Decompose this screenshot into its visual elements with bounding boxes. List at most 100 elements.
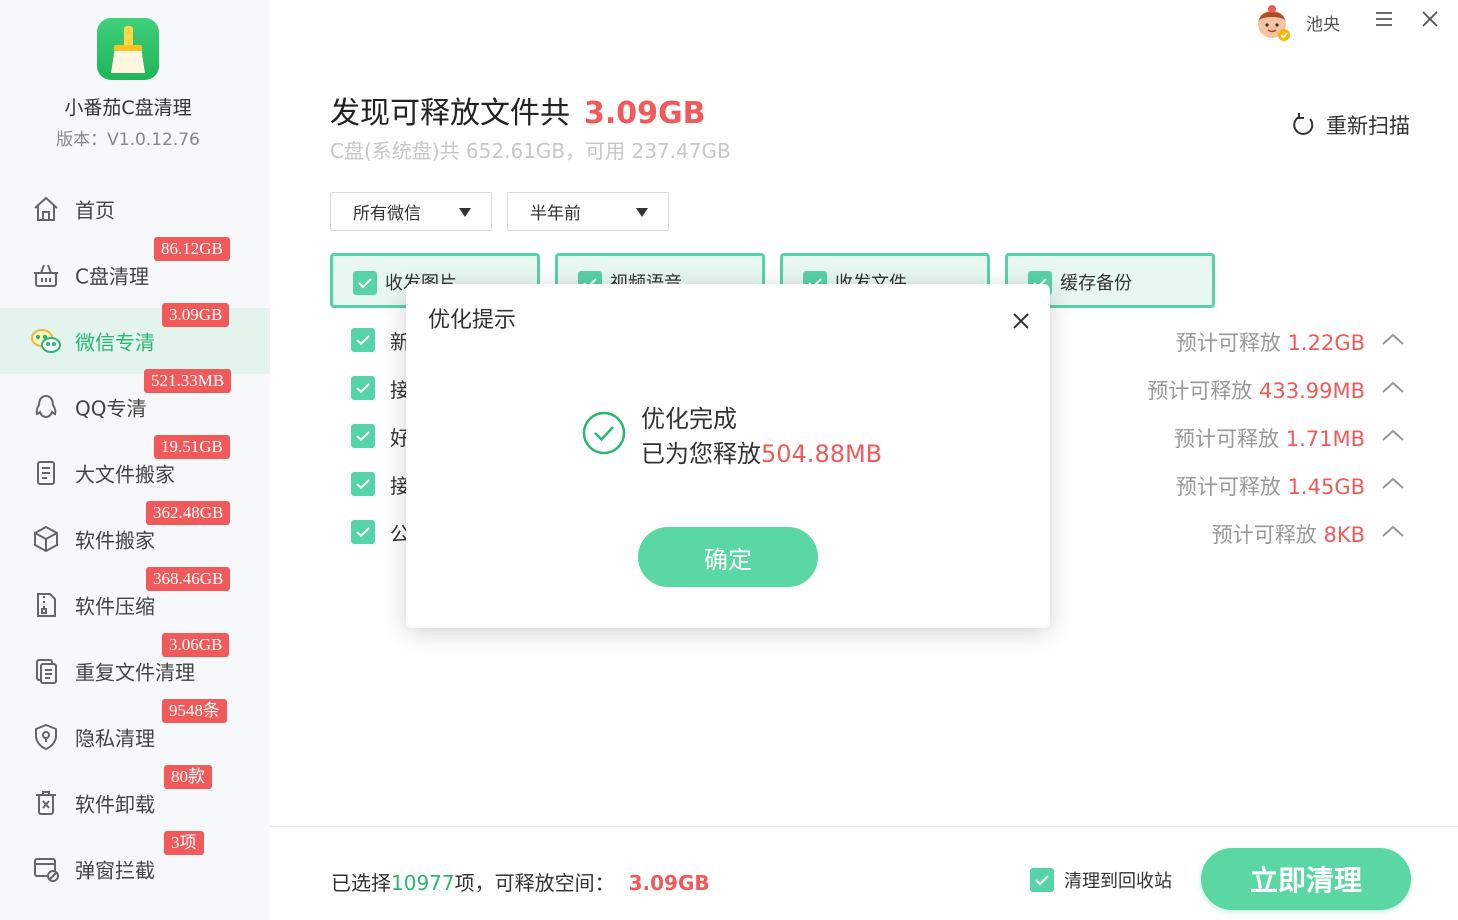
status-badge: 362.48GB — [146, 501, 231, 525]
row-estimate: 预计可释放 1.22GB — [1176, 327, 1365, 357]
footer-bar: 已选择10977项，可释放空间： 3.09GB 清理到回收站 立即清理 — [270, 826, 1458, 920]
sidebar-item-c-clean[interactable]: C盘清理 86.12GB — [0, 237, 270, 308]
page-title: 发现可释放文件共 3.09GB — [330, 88, 706, 132]
sidebar-item-home[interactable]: 首页 — [0, 176, 270, 242]
sidebar-item-label: 软件压缩 — [75, 594, 155, 619]
chevron-up-icon[interactable] — [1380, 474, 1406, 494]
refresh-icon — [1293, 113, 1314, 135]
status-badge: 3.06GB — [162, 633, 230, 657]
status-badge: 9548条 — [162, 699, 227, 723]
app-name: 小番茄C盘清理 — [64, 97, 192, 119]
username[interactable]: 池央 — [1306, 10, 1340, 35]
dialog-message: 已为您释放504.88MB — [641, 434, 882, 469]
row-checkbox[interactable] — [351, 424, 375, 448]
row-estimate-prefix: 预计可释放 — [1147, 379, 1253, 403]
status-badge: 3.09GB — [162, 303, 230, 327]
row-estimate-value: 1.22GB — [1287, 331, 1365, 355]
row-estimate-prefix: 预计可释放 — [1211, 523, 1317, 547]
sidebar-item-software-move[interactable]: 软件搬家 362.48GB — [0, 501, 270, 572]
uninstall-icon — [30, 787, 62, 819]
menu-icon[interactable] — [1370, 6, 1398, 34]
row-estimate-prefix: 预计可释放 — [1175, 475, 1281, 499]
status-badge: 80款 — [164, 765, 212, 789]
row-checkbox[interactable] — [351, 376, 375, 400]
privacy-icon — [30, 721, 62, 753]
chevron-up-icon[interactable] — [1380, 378, 1406, 398]
sidebar-item-qq[interactable]: QQ专清 521.33MB — [0, 369, 270, 440]
optimize-dialog: 优化提示 优化完成 已为您释放504.88MB 确定 — [406, 284, 1050, 628]
account-select-value: 所有微信 — [353, 204, 421, 224]
time-select[interactable]: 半年前 — [507, 192, 669, 231]
checkbox-checked-icon[interactable] — [1030, 868, 1054, 892]
free-size: 3.09GB — [628, 871, 710, 895]
sidebar: 小番茄C盘清理 版本：V1.0.12.76 首页 C盘清理 86.12GB 微信… — [0, 0, 270, 920]
home-icon — [30, 193, 62, 225]
chevron-up-icon[interactable] — [1380, 522, 1406, 542]
disk-info: C盘(系统盘)共 652.61GB，可用 237.47GB — [330, 139, 731, 163]
row-estimate-prefix: 预计可释放 — [1175, 331, 1281, 355]
status-badge: 19.51GB — [154, 435, 230, 459]
caret-down-icon — [459, 208, 471, 217]
zip-icon — [30, 589, 62, 621]
status-badge: 368.46GB — [146, 567, 231, 591]
selection-suffix: 项，可释放空间： — [454, 871, 615, 895]
sidebar-item-privacy[interactable]: 隐私清理 9548条 — [0, 699, 270, 770]
dialog-message-title: 优化完成 — [641, 405, 737, 433]
chevron-up-icon[interactable] — [1380, 426, 1406, 446]
avatar[interactable] — [1256, 4, 1290, 42]
sidebar-item-label: 首页 — [75, 198, 115, 223]
status-badge: 86.12GB — [154, 237, 230, 261]
sidebar-item-label: 微信专清 — [75, 330, 155, 355]
total-size: 3.09GB — [584, 96, 706, 131]
row-estimate-value: 8KB — [1323, 523, 1365, 547]
clean-now-button[interactable]: 立即清理 — [1201, 848, 1411, 910]
sidebar-item-wechat[interactable]: 微信专清 3.09GB — [0, 303, 270, 374]
box-icon — [30, 523, 62, 555]
document-icon — [30, 457, 62, 489]
sidebar-item-label: 弹窗拦截 — [75, 858, 155, 883]
status-badge: 521.33MB — [144, 369, 232, 393]
selected-count: 10977 — [391, 871, 455, 895]
close-icon[interactable] — [1008, 308, 1034, 334]
row-estimate: 预计可释放 433.99MB — [1147, 375, 1365, 405]
recycle-bin-toggle[interactable]: 清理到回收站 — [1030, 867, 1172, 893]
row-checkbox[interactable] — [351, 328, 375, 352]
dialog-message-prefix: 已为您释放 — [641, 440, 761, 468]
sidebar-item-label: 软件卸载 — [75, 792, 155, 817]
sidebar-item-label: 大文件搬家 — [75, 462, 175, 487]
popup-icon — [30, 853, 62, 885]
duplicate-icon — [30, 655, 62, 687]
time-select-value: 半年前 — [530, 204, 581, 224]
app-logo-icon — [97, 18, 159, 80]
recycle-label: 清理到回收站 — [1064, 871, 1172, 892]
caret-down-icon — [636, 208, 648, 217]
account-select[interactable]: 所有微信 — [330, 192, 492, 231]
sidebar-item-software-compress[interactable]: 软件压缩 368.46GB — [0, 567, 270, 638]
sidebar-item-big-files[interactable]: 大文件搬家 19.51GB — [0, 435, 270, 506]
close-icon[interactable] — [1416, 6, 1444, 34]
sidebar-item-label: QQ专清 — [75, 396, 147, 421]
freed-size: 504.88MB — [761, 440, 883, 468]
sidebar-item-label: 重复文件清理 — [75, 660, 195, 685]
row-checkbox[interactable] — [351, 472, 375, 496]
sidebar-item-popup-block[interactable]: 弹窗拦截 3项 — [0, 831, 270, 902]
sidebar-item-duplicate[interactable]: 重复文件清理 3.06GB — [0, 633, 270, 704]
check-circle-icon — [582, 411, 626, 455]
rescan-button[interactable]: 重新扫描 — [1290, 110, 1410, 140]
basket-icon — [30, 259, 62, 291]
row-checkbox[interactable] — [351, 520, 375, 544]
row-estimate: 预计可释放 1.45GB — [1176, 471, 1365, 501]
sidebar-item-label: 软件搬家 — [75, 528, 155, 553]
row-estimate: 预计可释放 1.71MB — [1174, 423, 1365, 453]
sidebar-item-uninstall[interactable]: 软件卸载 80款 — [0, 765, 270, 836]
rescan-label: 重新扫描 — [1326, 114, 1410, 138]
row-estimate-prefix: 预计可释放 — [1174, 427, 1280, 451]
confirm-button[interactable]: 确定 — [638, 527, 818, 587]
app-version: 版本：V1.0.12.76 — [56, 130, 200, 150]
checkbox-checked-icon[interactable] — [353, 271, 377, 295]
avatar-icon — [1258, 5, 1290, 41]
row-estimate-value: 1.45GB — [1287, 475, 1365, 499]
chevron-up-icon[interactable] — [1380, 330, 1406, 350]
status-badge: 3项 — [164, 831, 204, 855]
sidebar-item-label: C盘清理 — [75, 264, 149, 289]
